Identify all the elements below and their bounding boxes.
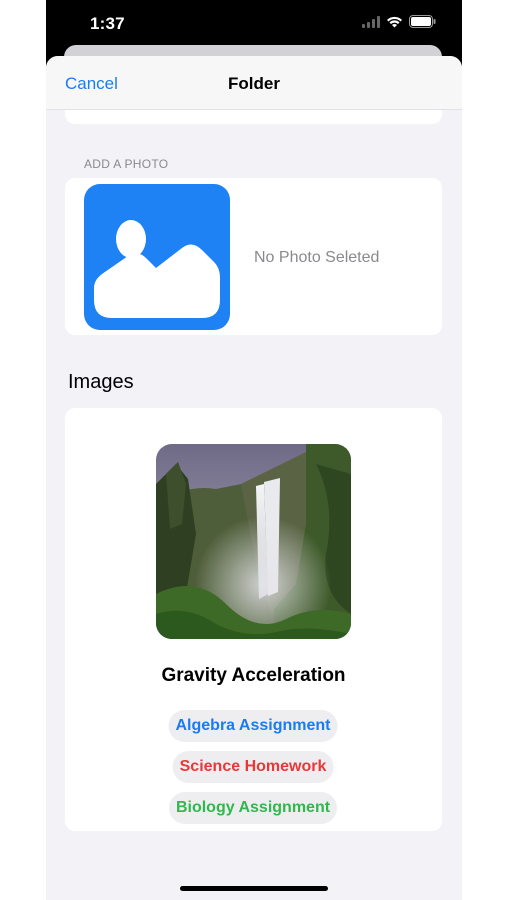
signal-icon	[362, 15, 380, 33]
home-indicator[interactable]	[180, 886, 328, 891]
tag-algebra-assignment[interactable]: Algebra Assignment	[168, 710, 338, 742]
add-photo-card[interactable]: No Photo Seleted	[65, 178, 442, 335]
page-title: Folder	[228, 74, 280, 93]
item-title: Gravity Acceleration	[161, 665, 346, 686]
folder-sheet: Cancel Folder ADD A PHOTO No Photo Selet…	[46, 56, 462, 900]
wifi-icon	[386, 15, 403, 33]
photo-placeholder-icon[interactable]	[84, 184, 230, 330]
battery-icon	[409, 15, 436, 33]
status-time: 1:37	[90, 14, 125, 33]
images-section-title: Images	[68, 371, 134, 393]
status-bar: 1:37	[46, 0, 462, 48]
tag-science-homework[interactable]: Science Homework	[172, 751, 334, 783]
top-card	[65, 110, 442, 124]
phone-screen: 1:37 Cancel Folder ADD A PHOTO No Photo …	[46, 0, 462, 900]
no-photo-label: No Photo Seleted	[254, 249, 380, 266]
navigation-bar: Cancel Folder	[46, 56, 462, 110]
tag-biology-assignment[interactable]: Biology Assignment	[168, 792, 338, 824]
waterfall-photo[interactable]	[156, 444, 351, 639]
add-photo-header: ADD A PHOTO	[84, 157, 169, 171]
status-icons	[362, 15, 436, 33]
images-card: Gravity Acceleration Algebra Assignment …	[65, 408, 442, 831]
